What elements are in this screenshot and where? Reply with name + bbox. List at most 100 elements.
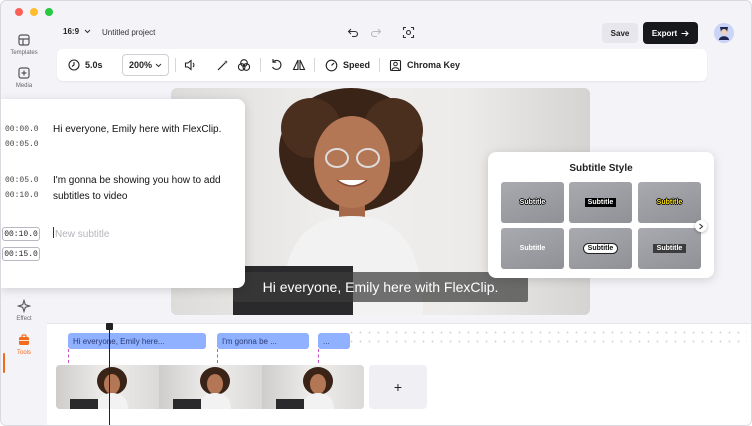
text-caret	[53, 227, 54, 238]
clip-link-line	[318, 349, 319, 363]
chevron-down-icon	[155, 63, 162, 67]
duration-value: 5.0s	[85, 60, 103, 70]
toolbar-divider	[260, 58, 261, 72]
subtitle-start-time[interactable]: 00:00.0	[5, 125, 39, 134]
subtitle-style-outline[interactable]: Subtitle	[501, 182, 564, 223]
chevron-right-icon	[699, 223, 704, 229]
toolbar-divider	[175, 58, 176, 72]
subtitle-style-panel: Subtitle Style Subtitle Subtitle Subtitl…	[488, 152, 714, 278]
zoom-select[interactable]: 200%	[122, 54, 169, 76]
aspect-ratio-select[interactable]: 16:9	[63, 27, 91, 36]
top-bar: 16:9 Untitled project Save Export	[47, 19, 751, 49]
media-icon	[18, 67, 30, 79]
redo-icon[interactable]	[370, 26, 382, 38]
new-subtitle-input[interactable]: New subtitle	[53, 227, 243, 243]
subtitle-style-plain[interactable]: Subtitle	[501, 228, 564, 269]
sidebar-item-effect[interactable]: Effect	[1, 299, 47, 322]
style-preview-text: Subtitle	[656, 199, 683, 206]
duration-control[interactable]: 5.0s	[68, 49, 103, 81]
style-preview-text: Subtitle	[582, 243, 619, 254]
video-frame-image	[173, 367, 231, 409]
sidebar-item-media[interactable]: Media	[1, 66, 47, 89]
effect-icon	[17, 299, 31, 313]
subtitle-style-pill[interactable]: Subtitle	[569, 228, 632, 269]
volume-icon[interactable]	[184, 59, 197, 71]
subtitle-start-time-input[interactable]: 00:10.0	[2, 227, 40, 241]
window-controls	[15, 8, 53, 16]
sidebar-item-tools[interactable]: Tools	[1, 333, 47, 356]
rotate-icon[interactable]	[270, 58, 283, 72]
color-filter-icon[interactable]	[237, 58, 251, 72]
clock-icon	[68, 59, 80, 71]
templates-icon	[18, 34, 30, 46]
zoom-value: 200%	[129, 60, 153, 70]
subtitle-end-time-input[interactable]: 00:15.0	[2, 247, 40, 261]
playhead[interactable]	[109, 324, 110, 425]
subtitle-style-title: Subtitle Style	[569, 163, 633, 174]
app-window: Templates Media Effect Tools 16:9 Untitl…	[0, 0, 752, 426]
video-thumbnail	[159, 365, 262, 409]
chroma-key-icon	[389, 59, 402, 71]
video-frame-image	[276, 367, 334, 409]
avatar[interactable]	[714, 23, 734, 43]
subtitle-end-time[interactable]: 00:10.0	[5, 191, 39, 200]
tools-icon	[19, 334, 29, 345]
subtitle-clip[interactable]: Hi everyone, Emily here...	[68, 333, 206, 349]
subtitle-style-yellow[interactable]: Subtitle	[638, 182, 701, 223]
next-styles-button[interactable]	[695, 220, 707, 232]
export-label: Export	[651, 28, 678, 38]
sidebar-item-label: Tools	[16, 350, 31, 356]
editing-toolbar: 5.0s 200% Speed Chroma Key	[57, 49, 707, 81]
subtitle-style-dark[interactable]: Subtitle	[638, 228, 701, 269]
video-track[interactable]	[56, 365, 364, 409]
timeline-grid	[347, 328, 747, 348]
speedometer-icon	[325, 59, 338, 71]
subtitle-end-time[interactable]: 00:05.0	[5, 140, 39, 149]
project-title[interactable]: Untitled project	[102, 28, 155, 37]
style-preview-text: Subtitle	[652, 244, 687, 253]
minimize-window-button[interactable]	[30, 8, 38, 16]
subtitle-style-boxed[interactable]: Subtitle	[569, 182, 632, 223]
add-media-button[interactable]: +	[369, 365, 427, 409]
clip-link-line	[217, 349, 218, 363]
toolbar-divider	[379, 58, 380, 72]
magic-wand-icon[interactable]	[216, 59, 229, 71]
style-preview-text: Subtitle	[584, 198, 617, 207]
subtitle-text[interactable]: I'm gonna be showing you how to add subt…	[53, 173, 233, 205]
save-button[interactable]: Save	[602, 23, 638, 43]
active-indicator	[3, 353, 5, 373]
playhead-handle[interactable]	[106, 323, 113, 330]
user-avatar-icon	[714, 23, 734, 43]
subtitle-clip[interactable]: I'm gonna be ...	[217, 333, 309, 349]
speed-button[interactable]: Speed	[325, 49, 370, 81]
video-frame-image	[70, 367, 128, 409]
export-button[interactable]: Export	[643, 22, 698, 44]
sidebar-item-label: Templates	[10, 50, 38, 56]
style-preview-text: Subtitle	[519, 199, 546, 206]
aspect-ratio-value: 16:9	[63, 27, 80, 36]
new-subtitle-placeholder: New subtitle	[55, 229, 110, 240]
maximize-window-button[interactable]	[45, 8, 53, 16]
sidebar-item-templates[interactable]: Templates	[1, 33, 47, 56]
subtitle-clip[interactable]: ...	[318, 333, 350, 349]
chevron-down-icon	[84, 29, 91, 34]
subtitle-text[interactable]: Hi everyone, Emily here with FlexClip.	[53, 122, 243, 138]
arrow-right-icon	[681, 30, 689, 36]
style-preview-text: Subtitle	[519, 245, 546, 252]
sidebar-item-label: Effect	[16, 316, 32, 322]
clip-link-line	[68, 349, 69, 363]
subtitles-panel: 00:00.0 00:05.0 Hi everyone, Emily here …	[1, 99, 245, 288]
chroma-key-button[interactable]: Chroma Key	[389, 49, 460, 81]
undo-icon[interactable]	[347, 26, 359, 38]
toolbar-divider	[314, 58, 315, 72]
flip-icon[interactable]	[292, 58, 306, 72]
chroma-key-label: Chroma Key	[407, 60, 461, 70]
video-thumbnail	[262, 365, 364, 409]
sidebar-item-label: Media	[15, 83, 33, 89]
subtitle-overlay[interactable]: Hi everyone, Emily here with FlexClip.	[233, 272, 528, 302]
close-window-button[interactable]	[15, 8, 23, 16]
subtitle-start-time[interactable]: 00:05.0	[5, 176, 39, 185]
screenshot-icon[interactable]	[402, 26, 415, 39]
video-thumbnail	[56, 365, 159, 409]
timeline: Hi everyone, Emily here... I'm gonna be …	[47, 323, 751, 425]
